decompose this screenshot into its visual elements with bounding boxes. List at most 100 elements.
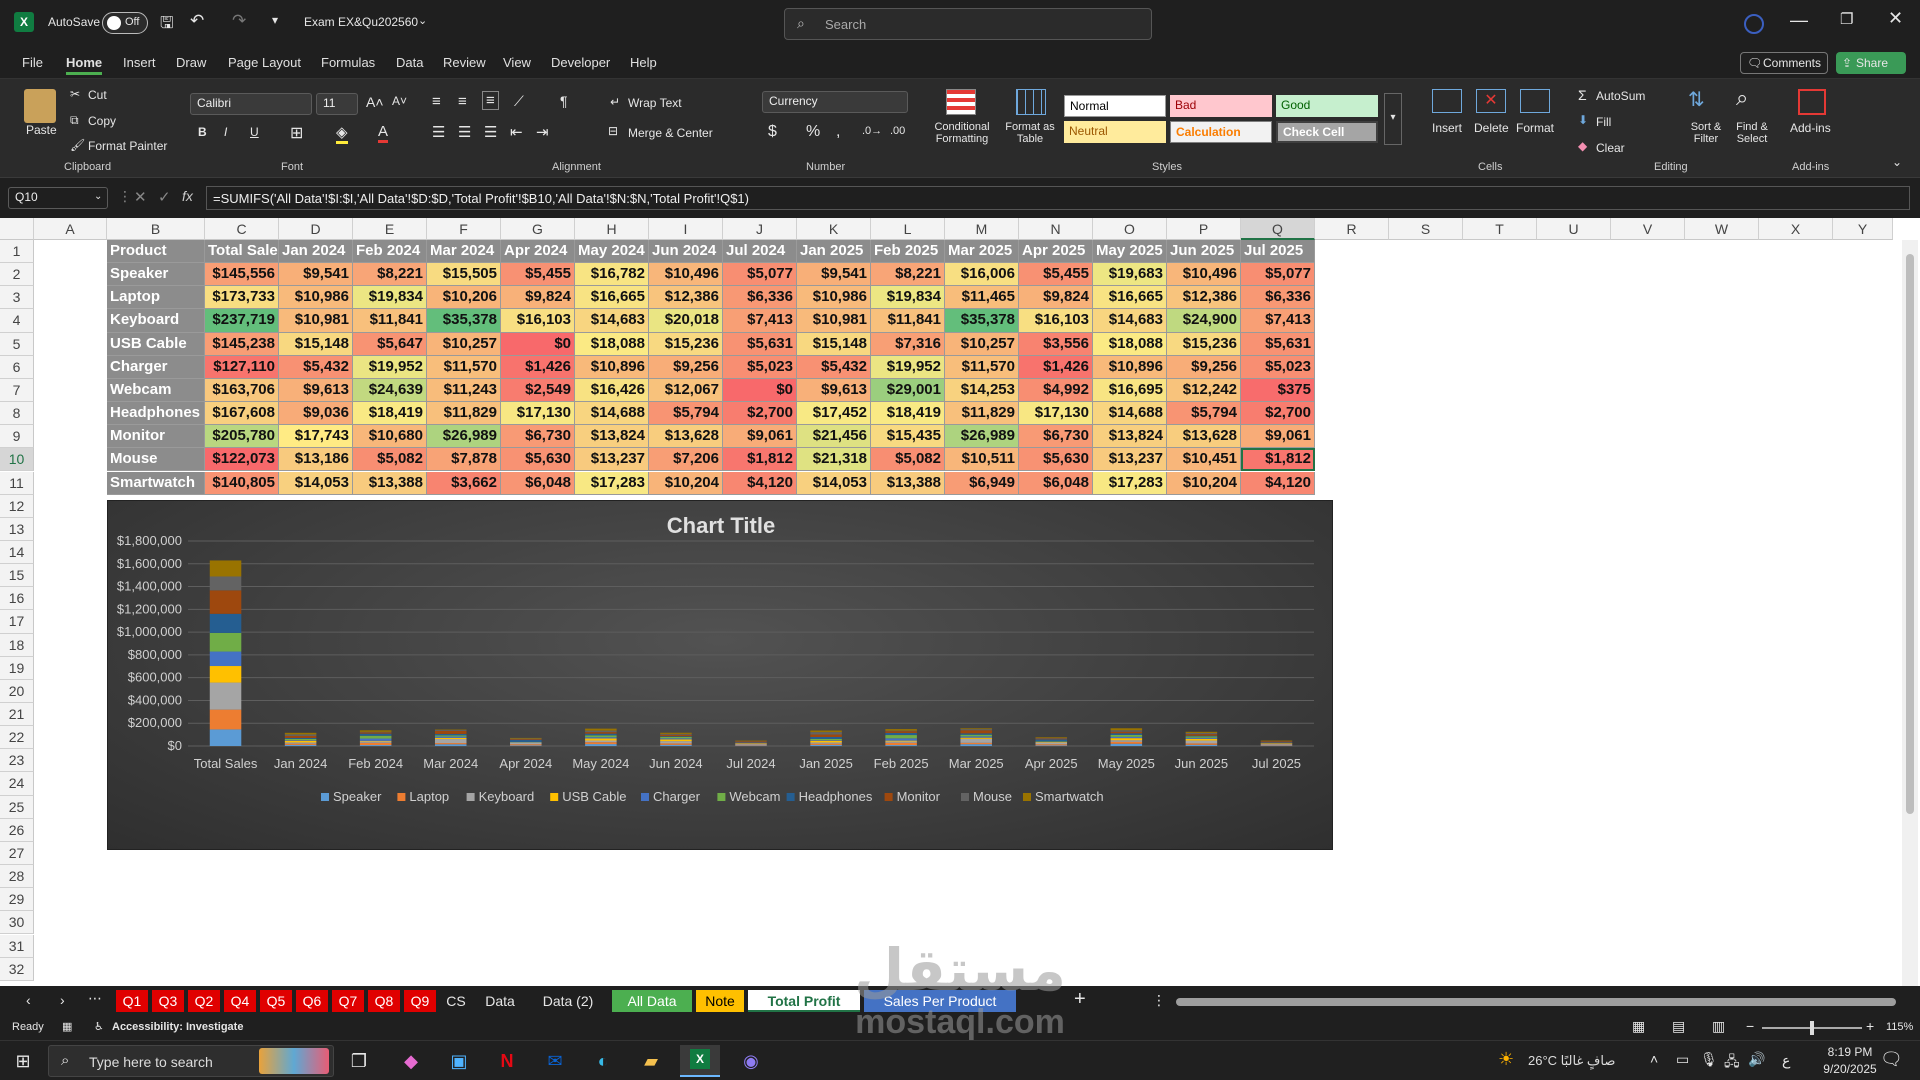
- zoom-out-icon[interactable]: −: [1746, 1018, 1754, 1034]
- conditional-formatting-button[interactable]: Conditional Formatting: [928, 121, 996, 145]
- find-select-button[interactable]: Find & Select: [1730, 121, 1774, 145]
- value-cell[interactable]: $205,780: [205, 425, 279, 449]
- paste-button[interactable]: Paste: [26, 123, 57, 137]
- value-cell[interactable]: $19,683: [1093, 263, 1167, 287]
- clock-time[interactable]: 8:19 PM: [1822, 1045, 1878, 1059]
- row-header-11[interactable]: 11: [0, 471, 34, 495]
- value-cell[interactable]: $10,680: [353, 425, 427, 449]
- value-cell[interactable]: $11,829: [945, 402, 1019, 426]
- row-header-6[interactable]: 6: [0, 355, 34, 379]
- sheet-tab-sales-per-product[interactable]: Sales Per Product: [864, 990, 1016, 1012]
- table-header-cell[interactable]: Jan 2024: [279, 240, 353, 264]
- row-header-5[interactable]: 5: [0, 332, 34, 356]
- number-format-select[interactable]: Currency: [762, 91, 908, 113]
- row-header-32[interactable]: 32: [0, 957, 34, 981]
- column-header-a[interactable]: A: [34, 218, 107, 240]
- value-cell[interactable]: $5,023: [723, 355, 797, 379]
- value-cell[interactable]: $2,549: [501, 378, 575, 403]
- copy-icon[interactable]: ⧉: [70, 113, 79, 128]
- product-name-cell[interactable]: Charger: [107, 355, 205, 379]
- column-header-l[interactable]: L: [871, 218, 945, 240]
- value-cell[interactable]: $9,613: [279, 378, 353, 403]
- formula-input[interactable]: =SUMIFS('All Data'!$I:$I,'All Data'!$D:$…: [206, 186, 1910, 210]
- cancel-icon[interactable]: ✕: [134, 188, 147, 206]
- zoom-level[interactable]: 115%: [1886, 1021, 1913, 1033]
- value-cell[interactable]: $16,103: [501, 309, 575, 333]
- value-cell[interactable]: $12,067: [649, 378, 723, 403]
- sheet-tab-q2[interactable]: Q2: [188, 990, 220, 1012]
- product-name-cell[interactable]: Laptop: [107, 286, 205, 310]
- value-cell[interactable]: $9,256: [649, 355, 723, 379]
- delete-cells-button[interactable]: Delete: [1474, 121, 1509, 135]
- menu-draw[interactable]: Draw: [176, 55, 206, 70]
- windows-start-icon[interactable]: ⊞: [8, 1047, 38, 1075]
- product-name-cell[interactable]: Speaker: [107, 263, 205, 287]
- value-cell[interactable]: $19,834: [353, 286, 427, 310]
- addins-button[interactable]: Add-ins: [1790, 121, 1831, 135]
- horizontal-scrollbar[interactable]: [1176, 998, 1896, 1006]
- value-cell[interactable]: $13,628: [649, 425, 723, 449]
- page-layout-view-icon[interactable]: ▤: [1672, 1018, 1685, 1035]
- value-cell[interactable]: $7,316: [871, 332, 945, 356]
- value-cell[interactable]: $5,082: [353, 448, 427, 472]
- value-cell[interactable]: $12,386: [649, 286, 723, 310]
- row-header-19[interactable]: 19: [0, 656, 34, 680]
- addins-icon[interactable]: [1798, 89, 1826, 115]
- minimize-icon[interactable]: —: [1790, 10, 1808, 31]
- value-cell[interactable]: $7,878: [427, 448, 501, 472]
- value-cell[interactable]: $4,120: [723, 471, 797, 495]
- table-header-cell[interactable]: Jun 2025: [1167, 240, 1241, 264]
- column-header-n[interactable]: N: [1019, 218, 1093, 240]
- prev-sheet-icon[interactable]: ‹: [26, 992, 31, 1008]
- font-size-select[interactable]: 11: [316, 93, 358, 115]
- cut-icon[interactable]: ✂: [70, 87, 80, 101]
- product-name-cell[interactable]: Keyboard: [107, 309, 205, 333]
- value-cell[interactable]: $237,719: [205, 309, 279, 333]
- row-header-14[interactable]: 14: [0, 540, 34, 565]
- value-cell[interactable]: $6,048: [501, 471, 575, 495]
- worksheet[interactable]: ABCDEFGHIJKLMNOPQRSTUVWXY 1 2 3 4 5 6 7 8 9 10 11 1…: [0, 218, 1920, 986]
- value-cell[interactable]: $16,665: [575, 286, 649, 310]
- value-cell[interactable]: $11,465: [945, 286, 1019, 310]
- column-header-e[interactable]: E: [353, 218, 427, 240]
- sheet-tab-q1[interactable]: Q1: [116, 990, 148, 1012]
- menu-developer[interactable]: Developer: [551, 55, 610, 70]
- value-cell[interactable]: $10,511: [945, 448, 1019, 472]
- value-cell[interactable]: $26,989: [427, 425, 501, 449]
- value-cell[interactable]: $173,733: [205, 286, 279, 310]
- product-name-cell[interactable]: Headphones: [107, 402, 205, 426]
- value-cell[interactable]: $10,981: [279, 309, 353, 333]
- chevron-down-icon[interactable]: ⌄: [418, 14, 427, 27]
- restore-icon[interactable]: ❐: [1840, 10, 1853, 28]
- row-header-12[interactable]: 12: [0, 494, 34, 518]
- table-header-cell[interactable]: Jan 2025: [797, 240, 871, 264]
- value-cell[interactable]: $145,556: [205, 263, 279, 287]
- save-icon[interactable]: 🖫: [160, 12, 174, 39]
- sort-filter-icon[interactable]: ⇅: [1688, 87, 1705, 112]
- sheet-tab-q5[interactable]: Q5: [260, 990, 292, 1012]
- table-header-cell[interactable]: Mar 2025: [945, 240, 1019, 264]
- value-cell[interactable]: $13,237: [575, 448, 649, 472]
- value-cell[interactable]: $12,386: [1167, 286, 1241, 310]
- value-cell[interactable]: $9,061: [723, 425, 797, 449]
- file-explorer-icon[interactable]: ▰: [636, 1047, 666, 1075]
- notifications-icon[interactable]: 🗨: [1880, 1049, 1903, 1070]
- row-header-30[interactable]: 30: [0, 911, 34, 935]
- format-as-table-button[interactable]: Format as Table: [1002, 121, 1058, 145]
- edge-icon[interactable]: ◐: [588, 1047, 618, 1075]
- row-header-28[interactable]: 28: [0, 865, 34, 889]
- column-header-b[interactable]: B: [107, 218, 205, 240]
- vertical-scroll-thumb[interactable]: [1906, 254, 1914, 814]
- format-cells-button[interactable]: Format: [1516, 121, 1554, 135]
- paste-icon[interactable]: [24, 89, 56, 123]
- column-header-f[interactable]: F: [427, 218, 501, 240]
- battery-icon[interactable]: ▭: [1676, 1051, 1689, 1068]
- autosum-icon[interactable]: Σ: [1578, 87, 1587, 103]
- column-header-m[interactable]: M: [945, 218, 1019, 240]
- value-cell[interactable]: $10,986: [797, 286, 871, 310]
- value-cell[interactable]: $5,077: [1241, 263, 1315, 287]
- italic-icon[interactable]: I: [224, 125, 227, 139]
- column-header-u[interactable]: U: [1537, 218, 1611, 240]
- sheet-tab-q3[interactable]: Q3: [152, 990, 184, 1012]
- value-cell[interactable]: $167,608: [205, 402, 279, 426]
